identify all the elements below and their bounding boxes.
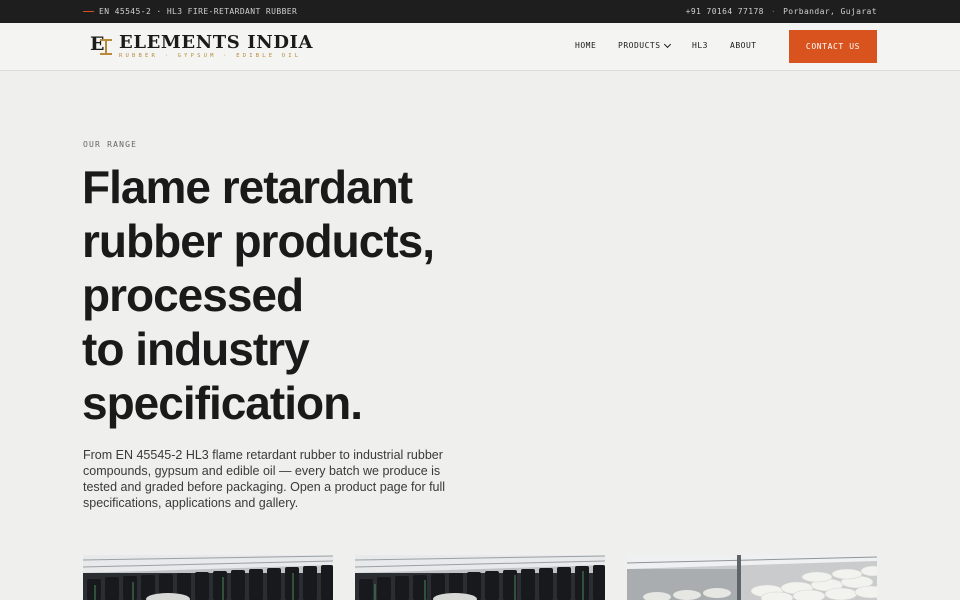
headline-line: to industry — [82, 323, 310, 375]
topbar-separator: · — [770, 7, 777, 16]
product-card[interactable] — [355, 555, 605, 600]
section-eyebrow: OUR RANGE — [83, 140, 138, 149]
hero-headline: Flame retardant rubber products, process… — [82, 160, 502, 430]
headline-line: Flame retardant — [82, 161, 413, 213]
logo-wordmark: ELEMENTS INDIA RUBBER · GYPSUM · EDIBLE … — [119, 32, 314, 60]
nav-home-label: HOME — [575, 41, 597, 50]
logo-i-beam-icon — [100, 39, 112, 55]
topbar-location: Porbandar, Gujarat — [783, 7, 877, 16]
nav-about-label: ABOUT — [730, 41, 757, 50]
topbar-standard-text: EN 45545-2 · HL3 FIRE-RETARDANT RUBBER — [99, 7, 298, 16]
brand-logo[interactable]: E ELEMENTS INDIA RUBBER · GYPSUM · EDIBL… — [90, 32, 314, 60]
hero-description: From EN 45545-2 HL3 flame retardant rubb… — [83, 448, 446, 510]
brand-tagline: RUBBER · GYPSUM · EDIBLE OIL — [119, 53, 302, 59]
logo-monogram-icon: E — [90, 33, 114, 57]
warehouse-rubber-rolls-photo — [355, 555, 605, 600]
chevron-down-icon — [663, 40, 671, 48]
nav-home[interactable]: HOME — [575, 41, 596, 50]
nav-hl3[interactable]: HL3 — [692, 41, 708, 50]
product-card[interactable] — [627, 555, 877, 600]
warehouse-rubber-rolls-photo — [83, 555, 333, 600]
top-bar: EN 45545-2 · HL3 FIRE-RETARDANT RUBBER +… — [0, 0, 960, 23]
headline-line: specification. — [82, 377, 363, 429]
nav-products-label: PRODUCTS — [618, 41, 661, 50]
nav-about[interactable]: ABOUT — [730, 41, 757, 50]
accent-dash — [83, 11, 94, 12]
topbar-standard: EN 45545-2 · HL3 FIRE-RETARDANT RUBBER — [83, 0, 297, 23]
headline-line: rubber products, — [82, 215, 435, 267]
product-card[interactable] — [83, 555, 333, 600]
site-header: E ELEMENTS INDIA RUBBER · GYPSUM · EDIBL… — [0, 23, 960, 71]
headline-line: processed — [82, 269, 304, 321]
topbar-contact: +91 70164 77178 · Porbandar, Gujarat — [686, 0, 877, 23]
contact-us-button[interactable]: CONTACT US — [789, 30, 877, 63]
warehouse-white-sacks-photo — [627, 555, 877, 600]
topbar-phone[interactable]: +91 70164 77178 — [686, 7, 764, 16]
product-cards — [83, 555, 877, 600]
brand-name: ELEMENTS INDIA — [119, 32, 314, 53]
nav-hl3-label: HL3 — [692, 41, 708, 50]
nav-products[interactable]: PRODUCTS — [618, 40, 671, 50]
